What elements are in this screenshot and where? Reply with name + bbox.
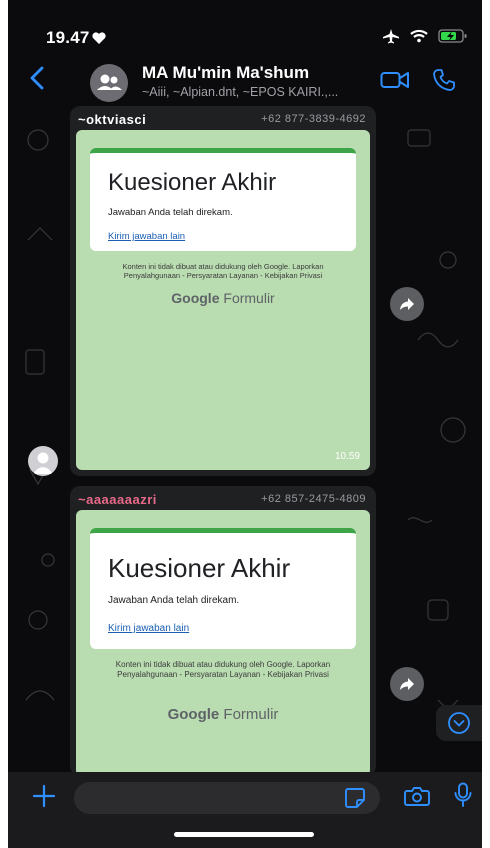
form-screenshot[interactable]: Kuesioner Akhir Jawaban Anda telah direk… <box>76 510 370 776</box>
sticker-icon[interactable] <box>344 787 366 809</box>
form-resubmit-link[interactable]: Kirim jawaban lain <box>108 231 185 242</box>
sender-avatar[interactable] <box>28 446 58 476</box>
google-forms-logo: Google Formulir <box>76 706 370 723</box>
microphone-icon[interactable] <box>454 782 472 808</box>
sender-phone: +62 877-3839-4692 <box>261 113 366 125</box>
sender-name[interactable]: ~aaaaaaazri <box>78 492 157 507</box>
chat-header: MA Mu'min Ma'shum ~Aiii, ~Alpian.dnt, ~E… <box>8 56 482 106</box>
message-time: 10.59 <box>334 451 360 462</box>
message-input[interactable] <box>74 782 380 814</box>
home-indicator[interactable] <box>174 832 314 837</box>
brand-rest: Formulir <box>223 290 275 306</box>
google-forms-logo: Google Formulir <box>76 290 370 306</box>
brand-bold: Google <box>171 290 220 306</box>
form-disclaimer: Konten ini tidak dibuat atau didukung ol… <box>115 660 331 679</box>
form-resubmit-link[interactable]: Kirim jawaban lain <box>108 623 189 634</box>
forward-icon <box>400 678 414 690</box>
battery-icon <box>438 29 467 43</box>
message-bubble[interactable]: ~aaaaaaazri +62 857-2475-4809 Kuesioner … <box>70 486 376 776</box>
forward-button[interactable] <box>390 667 424 701</box>
person-icon <box>33 452 53 474</box>
voice-call-icon[interactable] <box>432 68 456 92</box>
status-time: 19.47 <box>46 28 90 47</box>
status-bar: 19.47 <box>8 24 482 52</box>
airplane-icon <box>383 29 399 44</box>
brand-rest: Formulir <box>223 706 279 723</box>
chevron-down-icon <box>448 712 470 734</box>
form-title: Kuesioner Akhir <box>108 553 291 583</box>
plus-icon[interactable] <box>32 784 56 808</box>
forward-button[interactable] <box>390 287 424 321</box>
brand-bold: Google <box>167 706 220 723</box>
form-screenshot[interactable]: Kuesioner Akhir Jawaban Anda telah direk… <box>76 130 370 470</box>
message-bubble[interactable]: ~oktviasci +62 877-3839-4692 Kuesioner A… <box>70 106 376 476</box>
form-disclaimer: Konten ini tidak dibuat atau didukung ol… <box>122 262 324 281</box>
sender-phone: +62 857-2475-4809 <box>261 493 366 505</box>
form-card: Kuesioner Akhir Jawaban Anda telah direk… <box>90 148 356 251</box>
chat-screen: 19.47 MA Mu'min Ma'shum ~Aiii, ~Alpian.d… <box>8 0 482 848</box>
video-call-icon[interactable] <box>380 70 410 90</box>
camera-icon[interactable] <box>404 785 430 807</box>
status-icons <box>382 28 468 44</box>
chat-title[interactable]: MA Mu'min Ma'shum <box>142 63 309 83</box>
heart-icon <box>92 32 106 44</box>
sender-name[interactable]: ~oktviasci <box>78 112 146 127</box>
scroll-to-bottom-button[interactable] <box>436 705 482 741</box>
back-chevron-icon[interactable] <box>30 66 44 90</box>
wifi-icon <box>410 29 428 43</box>
form-message: Jawaban Anda telah direkam. <box>108 595 240 606</box>
group-avatar[interactable] <box>90 64 128 102</box>
chat-participants[interactable]: ~Aiii, ~Alpian.dnt, ~EPOS KAIRI.,... <box>142 85 342 99</box>
form-title: Kuesioner Akhir <box>108 169 277 196</box>
form-card: Kuesioner Akhir Jawaban Anda telah direk… <box>90 528 356 649</box>
forward-icon <box>400 298 414 310</box>
form-message: Jawaban Anda telah direkam. <box>108 207 233 218</box>
group-icon <box>97 74 122 90</box>
